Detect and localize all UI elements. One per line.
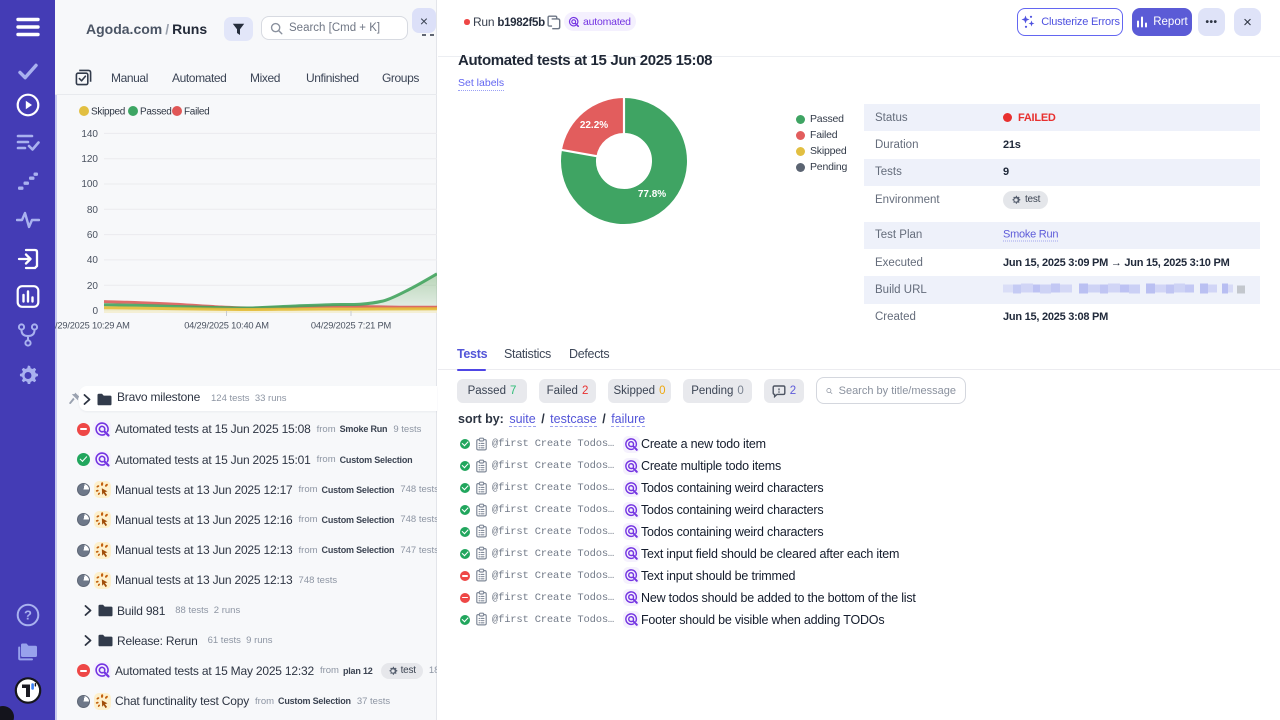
svg-text:140: 140 xyxy=(81,129,98,140)
svg-text:Failed: Failed xyxy=(184,107,209,118)
svg-text:04/29/2025 7:21 PM: 04/29/2025 7:21 PM xyxy=(311,321,391,331)
svg-text:20: 20 xyxy=(87,281,99,292)
svg-text:77.8%: 77.8% xyxy=(638,189,666,200)
svg-text:80: 80 xyxy=(87,205,99,216)
svg-text:04/29/2025 10:40 AM: 04/29/2025 10:40 AM xyxy=(184,321,269,331)
svg-text:100: 100 xyxy=(81,179,98,190)
svg-text:0: 0 xyxy=(92,306,98,317)
svg-text:60: 60 xyxy=(87,230,99,241)
svg-text:Skipped: Skipped xyxy=(91,107,125,118)
svg-text:22.2%: 22.2% xyxy=(580,120,608,131)
svg-text:?: ? xyxy=(24,608,32,623)
svg-text:40: 40 xyxy=(87,255,99,266)
svg-text:/29/2025 10:29 AM: /29/2025 10:29 AM xyxy=(55,321,130,331)
svg-text:120: 120 xyxy=(81,154,98,165)
svg-text:Passed: Passed xyxy=(140,107,172,118)
